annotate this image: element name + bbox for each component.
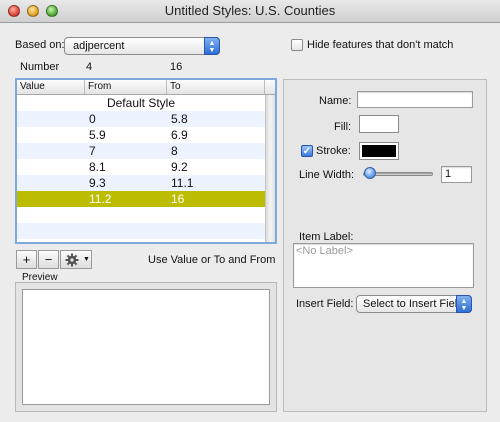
table-row-selected[interactable]: 11.2 16 (17, 191, 265, 207)
empty-row (17, 223, 265, 239)
name-label: Name: (319, 95, 352, 107)
mode-text: Use Value or To and From (148, 254, 276, 266)
row-from: 7 (89, 144, 96, 158)
line-width-label: Line Width: (299, 169, 355, 181)
table-row[interactable]: 9.3 11.1 (17, 175, 265, 191)
item-label-label: Item Label: (299, 231, 354, 243)
item-label-placeholder: <No Label> (296, 245, 353, 257)
stroke-color-well[interactable] (359, 142, 399, 160)
based-on-label: Based on: (15, 39, 65, 51)
remove-style-button[interactable]: − (38, 250, 59, 269)
column-header-to[interactable]: To (167, 80, 265, 94)
row-to: 6.9 (171, 128, 188, 142)
table-header: Value From To (17, 80, 275, 95)
row-from: 8.1 (89, 160, 106, 174)
column-header-value[interactable]: Value (17, 80, 85, 94)
number-label: Number (20, 61, 60, 73)
default-style-row[interactable]: Default Style (17, 95, 265, 111)
table-row[interactable]: 7 8 (17, 143, 265, 159)
add-style-button[interactable]: + (16, 250, 37, 269)
row-to: 16 (171, 192, 185, 206)
fill-color-well[interactable] (359, 115, 399, 133)
line-width-slider-knob[interactable] (364, 167, 376, 179)
row-from: 0 (89, 112, 96, 126)
preview-group (15, 282, 277, 412)
table-row[interactable]: 5.9 6.9 (17, 127, 265, 143)
preview-area (22, 289, 270, 405)
line-width-value: 1 (445, 168, 452, 180)
table-scrollbar[interactable] (265, 95, 275, 242)
hide-features-checkbox[interactable] (291, 39, 303, 51)
row-to: 9.2 (171, 160, 188, 174)
window-title: Untitled Styles: U.S. Counties (164, 3, 336, 18)
default-style-label: Default Style (106, 96, 176, 110)
popup-arrows-icon: ▲ ▼ (204, 37, 220, 55)
fill-label: Fill: (334, 121, 352, 133)
number-min: 4 (86, 61, 93, 73)
row-from: 5.9 (89, 128, 106, 142)
row-from: 11.2 (89, 192, 112, 206)
fill-color-swatch (362, 118, 396, 130)
table-row[interactable]: 8.1 9.2 (17, 159, 265, 175)
row-from: 9.3 (89, 176, 106, 190)
insert-field-value: Select to Insert Field (363, 298, 464, 310)
gear-icon (65, 253, 79, 267)
insert-field-popup[interactable]: Select to Insert Field ▲ ▼ (356, 295, 472, 313)
name-field[interactable] (357, 91, 473, 108)
styles-table[interactable]: Value From To Default Style 0 5.8 5.9 6.… (15, 78, 277, 244)
checkmark-icon: ✓ (302, 146, 312, 157)
hide-features-label: Hide features that don't match (307, 39, 454, 51)
based-on-popup[interactable]: adjpercent ▲ ▼ (64, 37, 220, 55)
stroke-checkbox[interactable]: ✓ (301, 145, 313, 157)
row-to: 11.1 (171, 176, 194, 190)
insert-field-label: Insert Field: (296, 298, 354, 310)
name-value (358, 92, 361, 104)
based-on-value: adjpercent (73, 40, 125, 52)
line-width-field[interactable]: 1 (441, 166, 472, 183)
gear-menu-button[interactable]: ▼ (60, 250, 92, 269)
title-bar: Untitled Styles: U.S. Counties (0, 0, 500, 23)
empty-row (17, 207, 265, 223)
stroke-color-swatch (362, 145, 396, 157)
plus-icon: + (22, 252, 31, 267)
item-label-field[interactable]: <No Label> (293, 243, 474, 288)
table-row[interactable]: 0 5.8 (17, 111, 265, 127)
minus-icon: − (44, 252, 53, 267)
chevron-down-icon: ▼ (83, 256, 90, 263)
number-max: 16 (170, 61, 183, 73)
row-to: 8 (171, 144, 178, 158)
popup-arrows-icon: ▲ ▼ (456, 295, 472, 313)
column-header-from[interactable]: From (85, 80, 167, 94)
stroke-label: Stroke: (316, 145, 351, 157)
row-to: 5.8 (171, 112, 188, 126)
